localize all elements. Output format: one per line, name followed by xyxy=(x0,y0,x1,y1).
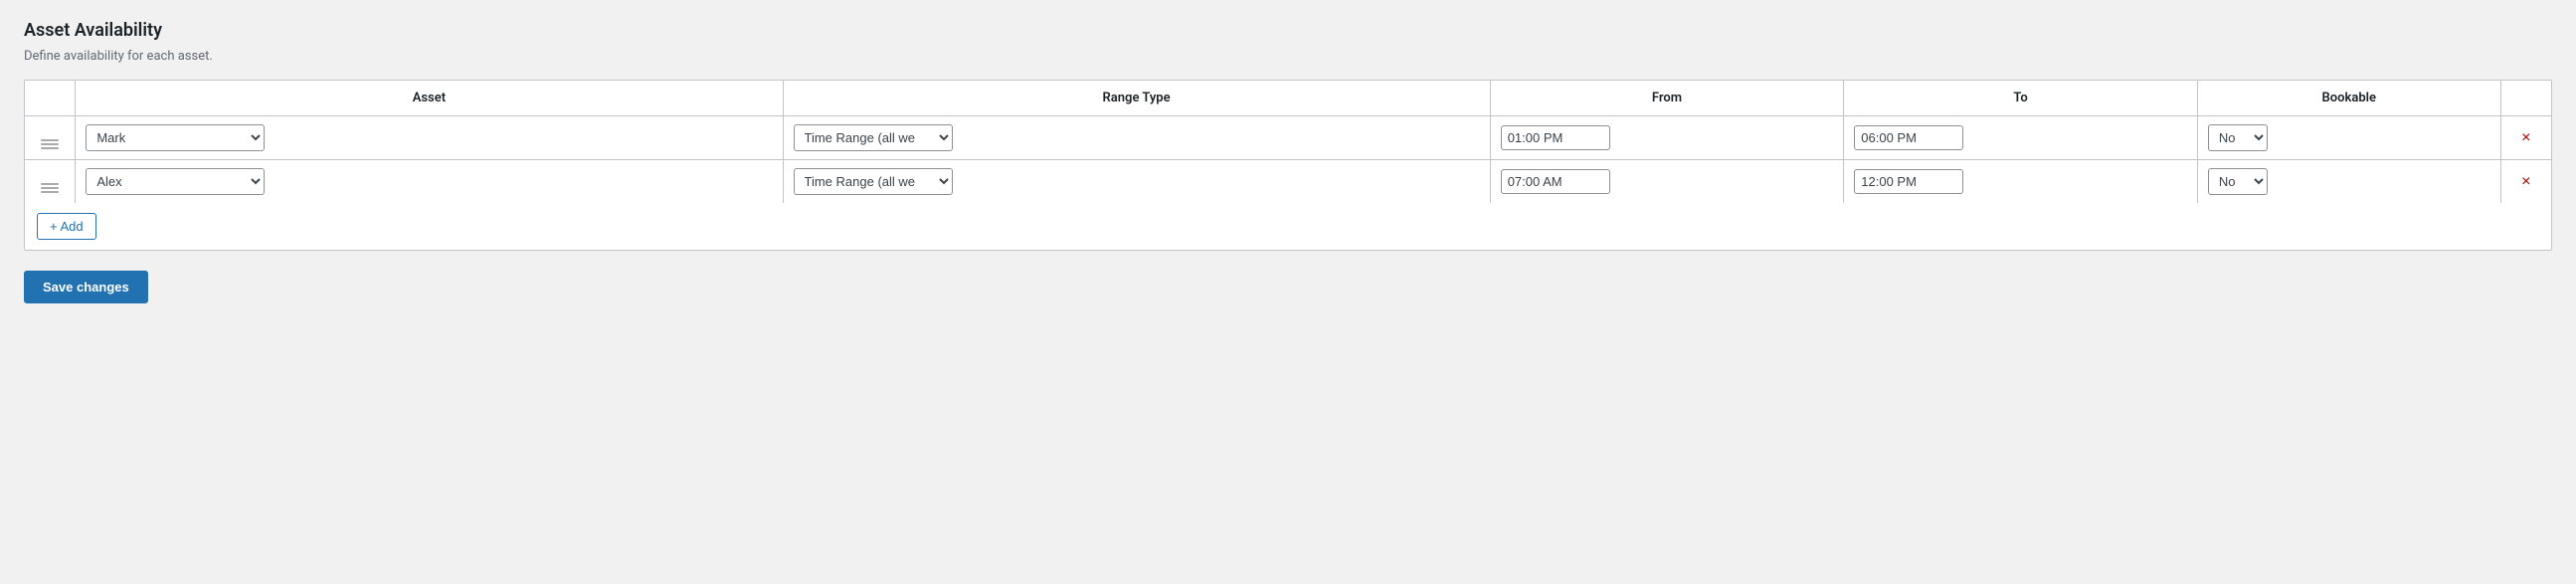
drag-handle-icon xyxy=(41,139,59,149)
availability-table: Asset Range Type From To Bookable MarkAl… xyxy=(25,81,2551,203)
range-type-cell: Time Range (all we xyxy=(783,160,1490,204)
to-input-1[interactable] xyxy=(1854,125,1963,150)
bookable-cell: NoYes xyxy=(2197,116,2500,160)
drag-handle-cell[interactable] xyxy=(25,116,76,160)
drag-handle-icon xyxy=(41,183,59,193)
page-title: Asset Availability xyxy=(24,20,2552,41)
from-cell xyxy=(1490,116,1844,160)
page-description: Define availability for each asset. xyxy=(24,49,2552,64)
col-header-from: From xyxy=(1490,81,1844,116)
asset-cell: MarkAlex xyxy=(76,116,783,160)
remove-cell: × xyxy=(2500,160,2551,204)
availability-table-container: Asset Range Type From To Bookable MarkAl… xyxy=(24,80,2552,251)
from-input-2[interactable] xyxy=(1501,169,1610,194)
remove-button-2[interactable]: × xyxy=(2517,172,2534,192)
to-cell xyxy=(1844,116,2198,160)
col-header-drag xyxy=(25,81,76,116)
asset-select-2[interactable]: MarkAlex xyxy=(86,168,265,195)
range-type-select-1[interactable]: Time Range (all we xyxy=(794,124,953,151)
add-button[interactable]: + Add xyxy=(37,213,96,240)
table-row: MarkAlex Time Range (all we NoYes × xyxy=(25,160,2551,204)
col-header-bookable: Bookable xyxy=(2197,81,2500,116)
asset-select-1[interactable]: MarkAlex xyxy=(86,124,265,151)
table-row: MarkAlex Time Range (all we NoYes × xyxy=(25,116,2551,160)
col-header-range-type: Range Type xyxy=(783,81,1490,116)
table-header-row: Asset Range Type From To Bookable xyxy=(25,81,2551,116)
col-header-remove xyxy=(2500,81,2551,116)
remove-button-1[interactable]: × xyxy=(2517,128,2534,148)
from-cell xyxy=(1490,160,1844,204)
col-header-asset: Asset xyxy=(76,81,783,116)
asset-cell: MarkAlex xyxy=(76,160,783,204)
range-type-cell: Time Range (all we xyxy=(783,116,1490,160)
col-header-to: To xyxy=(1844,81,2198,116)
range-type-select-2[interactable]: Time Range (all we xyxy=(794,168,953,195)
bookable-select-2[interactable]: NoYes xyxy=(2208,168,2268,195)
table-body: MarkAlex Time Range (all we NoYes × MarkAle… xyxy=(25,116,2551,204)
drag-handle-cell[interactable] xyxy=(25,160,76,204)
remove-cell: × xyxy=(2500,116,2551,160)
bookable-select-1[interactable]: NoYes xyxy=(2208,124,2268,151)
to-cell xyxy=(1844,160,2198,204)
add-row-container: + Add xyxy=(25,203,2551,250)
to-input-2[interactable] xyxy=(1854,169,1963,194)
bookable-cell: NoYes xyxy=(2197,160,2500,204)
save-changes-button[interactable]: Save changes xyxy=(24,271,148,303)
from-input-1[interactable] xyxy=(1501,125,1610,150)
